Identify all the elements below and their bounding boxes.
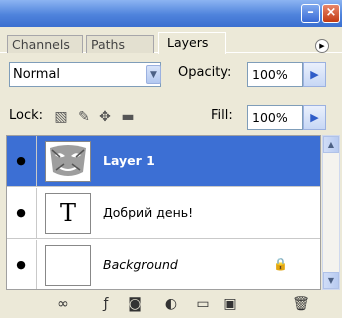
vertical-scrollbar[interactable]: ▲ ▼ <box>322 135 340 290</box>
layer-row-text[interactable]: ● T Добрий день! <box>7 188 320 239</box>
scroll-up-icon[interactable]: ▲ <box>323 136 339 153</box>
tab-layers[interactable]: Layers <box>158 32 226 54</box>
layer-name: Добрий день! <box>103 205 194 220</box>
close-icon: × <box>325 5 337 20</box>
divider <box>36 240 37 289</box>
minimize-icon: – <box>307 5 314 20</box>
layer-name: Layer 1 <box>103 153 155 168</box>
opacity-field[interactable]: 100% <box>247 62 303 87</box>
opacity-label: Opacity: <box>178 65 232 80</box>
lock-pixels-icon[interactable]: ✎ <box>75 108 93 126</box>
eye-icon[interactable]: ● <box>14 258 28 272</box>
scroll-down-icon[interactable]: ▼ <box>323 272 339 289</box>
chevron-down-icon[interactable]: ▼ <box>146 65 161 84</box>
adjustment-layer-icon[interactable]: ◐ <box>162 296 180 313</box>
panel-tabs: Channels Paths Layers ▶ <box>0 27 342 54</box>
close-button[interactable]: × <box>322 4 340 23</box>
layers-list: ● Layer 1 ● T Добрий день! ● Background … <box>6 135 321 290</box>
minimize-button[interactable]: – <box>301 4 320 23</box>
blend-mode-value: Normal <box>13 67 61 82</box>
layer-row-layer-1[interactable]: ● Layer 1 <box>7 136 320 187</box>
new-group-icon[interactable]: ▭ <box>194 296 212 313</box>
layer-thumbnail <box>45 141 91 182</box>
panel-titlebar: – × <box>0 0 342 27</box>
layer-row-background[interactable]: ● Background 🔒 <box>7 240 320 289</box>
mask-icon[interactable]: ◙ <box>126 296 144 313</box>
layers-toolbar: ∞ ƒ ◙ ◐ ▭ ▣ 🗑 <box>0 291 342 318</box>
layer-thumbnail <box>45 245 91 286</box>
lock-fill-row: Lock: ▧ ✎ ✥ ▬ Fill: 100% ▶ <box>0 105 342 131</box>
layer-name: Background <box>103 257 178 272</box>
text-layer-icon: T <box>45 193 91 234</box>
panel-menu-icon: ▶ <box>319 42 325 50</box>
delete-layer-icon[interactable]: 🗑 <box>292 296 310 313</box>
fill-field[interactable]: 100% <box>247 105 303 130</box>
eye-icon[interactable]: ● <box>14 206 28 220</box>
blend-opacity-row: Normal ▼ Opacity: 100% ▶ <box>0 62 342 88</box>
divider <box>36 188 37 239</box>
panel-menu-button[interactable]: ▶ <box>315 39 329 53</box>
lock-all-icon[interactable]: ▬ <box>119 108 137 126</box>
new-layer-icon[interactable]: ▣ <box>221 296 239 313</box>
lock-position-icon[interactable]: ✥ <box>96 108 114 126</box>
divider <box>36 136 37 187</box>
blend-mode-select[interactable]: Normal ▼ <box>9 62 161 87</box>
fill-slider-button[interactable]: ▶ <box>303 105 326 130</box>
lock-transparent-icon[interactable]: ▧ <box>52 108 70 126</box>
eye-icon[interactable]: ● <box>14 154 28 168</box>
lock-label: Lock: <box>9 108 44 123</box>
layer-style-icon[interactable]: ƒ <box>97 296 115 313</box>
link-layers-icon[interactable]: ∞ <box>54 296 72 313</box>
fill-label: Fill: <box>211 108 233 123</box>
lock-icon: 🔒 <box>273 257 288 271</box>
opacity-slider-button[interactable]: ▶ <box>303 62 326 87</box>
tab-paths[interactable]: Paths <box>86 35 154 53</box>
tab-channels[interactable]: Channels <box>7 35 83 53</box>
